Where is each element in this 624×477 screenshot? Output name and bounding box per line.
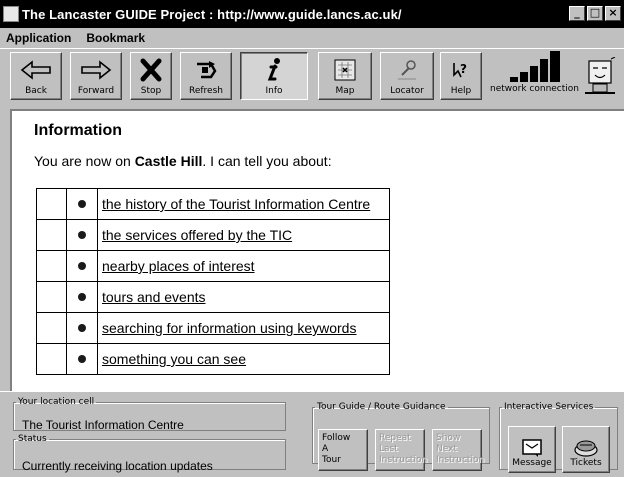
bullet-icon (78, 200, 86, 208)
message-button[interactable]: Message (508, 426, 556, 473)
location-cell-value: The Tourist Information Centre (22, 418, 184, 432)
location-cell-legend: Your location cell (18, 397, 95, 407)
title-bar[interactable]: The Lancaster GUIDE Project : http://www… (0, 0, 624, 28)
guide-window: The Lancaster GUIDE Project : http://www… (0, 0, 624, 477)
table-row: something you can see (36, 343, 390, 375)
forward-arrow-icon (80, 53, 112, 86)
topic-link-keywords[interactable]: searching for information using keywords (102, 320, 356, 336)
tickets-icon (574, 440, 598, 457)
status-value: Currently receiving location updates (22, 459, 213, 473)
window-controls: _ □ × (569, 6, 621, 21)
signal-bar-3 (530, 66, 538, 82)
locator-button[interactable]: Locator (380, 52, 434, 100)
table-row: the history of the Tourist Information C… (36, 188, 390, 220)
stop-label: Stop (140, 86, 162, 96)
stop-x-icon (140, 53, 162, 86)
interactive-services-legend: Interactive Services (504, 402, 594, 412)
info-label: Info (265, 86, 283, 96)
refresh-label: Refresh (189, 86, 223, 96)
message-icon (522, 439, 542, 457)
table-row: the services offered by the TIC (36, 219, 390, 251)
tour-guide-legend: Tour Guide / Route Guidance (317, 402, 446, 412)
show-next-instruction-button[interactable]: Show Next Instruction (432, 429, 484, 471)
locator-label: Locator (390, 86, 424, 96)
intro-suffix: . I can tell you about: (202, 153, 332, 169)
signal-bar-1 (510, 77, 518, 82)
page-title: Information (34, 122, 122, 139)
tickets-button[interactable]: Tickets (562, 426, 610, 473)
toolbar: Back Forward Stop Refresh Info Map Locat… (0, 48, 624, 103)
table-row: nearby places of interest (36, 250, 390, 282)
help-label: Help (450, 86, 472, 96)
topic-link-see[interactable]: something you can see (102, 351, 246, 367)
topic-link-history[interactable]: the history of the Tourist Information C… (102, 196, 370, 212)
back-arrow-icon (20, 53, 52, 86)
intro-prefix: You are now on (34, 153, 135, 169)
refresh-icon (193, 53, 219, 86)
network-connection-label: network connection (490, 84, 579, 94)
map-label: Map (335, 86, 355, 96)
maximize-button[interactable]: □ (587, 6, 603, 21)
refresh-button[interactable]: Refresh (180, 52, 232, 100)
back-button[interactable]: Back (10, 52, 62, 100)
bottom-panel: Your location cell The Tourist Informati… (0, 391, 624, 477)
minimize-button[interactable]: _ (569, 6, 585, 21)
map-button[interactable]: Map (318, 52, 372, 100)
menu-application[interactable]: Application (0, 31, 80, 45)
info-icon (264, 53, 284, 86)
content-pane: Information You are now on Castle Hill. … (10, 109, 624, 391)
forward-button[interactable]: Forward (70, 52, 122, 100)
bullet-icon (78, 231, 86, 239)
bullet-icon (78, 355, 86, 363)
bullet-icon (78, 293, 86, 301)
bullet-icon (78, 324, 86, 332)
locator-icon (394, 53, 420, 86)
help-icon: ? (451, 53, 471, 86)
bullet-icon (78, 262, 86, 270)
topic-link-nearby[interactable]: nearby places of interest (102, 258, 255, 274)
topics-table: the history of the Tourist Information C… (36, 188, 390, 375)
tickets-label: Tickets (570, 458, 602, 468)
current-location: Castle Hill (134, 153, 203, 169)
interactive-services-group: Interactive Services Message Tickets (499, 402, 618, 473)
status-group: Status Currently receiving location upda… (13, 434, 286, 473)
repeat-last-instruction-button[interactable]: Repeat Last Instruction (375, 429, 427, 471)
close-button[interactable]: × (605, 6, 621, 21)
location-cell-group: Your location cell The Tourist Informati… (13, 397, 286, 432)
app-icon (3, 6, 19, 22)
intro-text: You are now on Castle Hill. I can tell y… (34, 153, 332, 169)
topic-link-services[interactable]: the services offered by the TIC (102, 227, 292, 243)
back-label: Back (25, 86, 47, 96)
table-row: tours and events (36, 281, 390, 313)
help-button[interactable]: ? Help (440, 52, 482, 100)
topic-link-tours[interactable]: tours and events (102, 289, 206, 305)
info-button[interactable]: Info (240, 52, 308, 100)
table-row: searching for information using keywords (36, 312, 390, 344)
network-connection-indicator: network connection (488, 51, 580, 99)
menu-bookmark[interactable]: Bookmark (80, 31, 154, 45)
menu-bar: Application Bookmark (0, 28, 624, 48)
forward-label: Forward (77, 86, 115, 96)
signal-bar-4 (540, 59, 548, 82)
guide-character-icon (583, 56, 617, 97)
signal-bar-2 (520, 72, 528, 82)
follow-tour-button[interactable]: Follow A Tour (318, 429, 368, 471)
status-legend: Status (18, 434, 47, 444)
window-title: The Lancaster GUIDE Project : http://www… (22, 6, 402, 22)
tour-guide-group: Tour Guide / Route Guidance Follow A Tou… (312, 402, 490, 471)
message-label: Message (512, 458, 552, 468)
signal-bar-5 (550, 51, 560, 82)
svg-text:?: ? (460, 62, 467, 76)
stop-button[interactable]: Stop (130, 52, 172, 100)
map-icon (332, 53, 358, 86)
